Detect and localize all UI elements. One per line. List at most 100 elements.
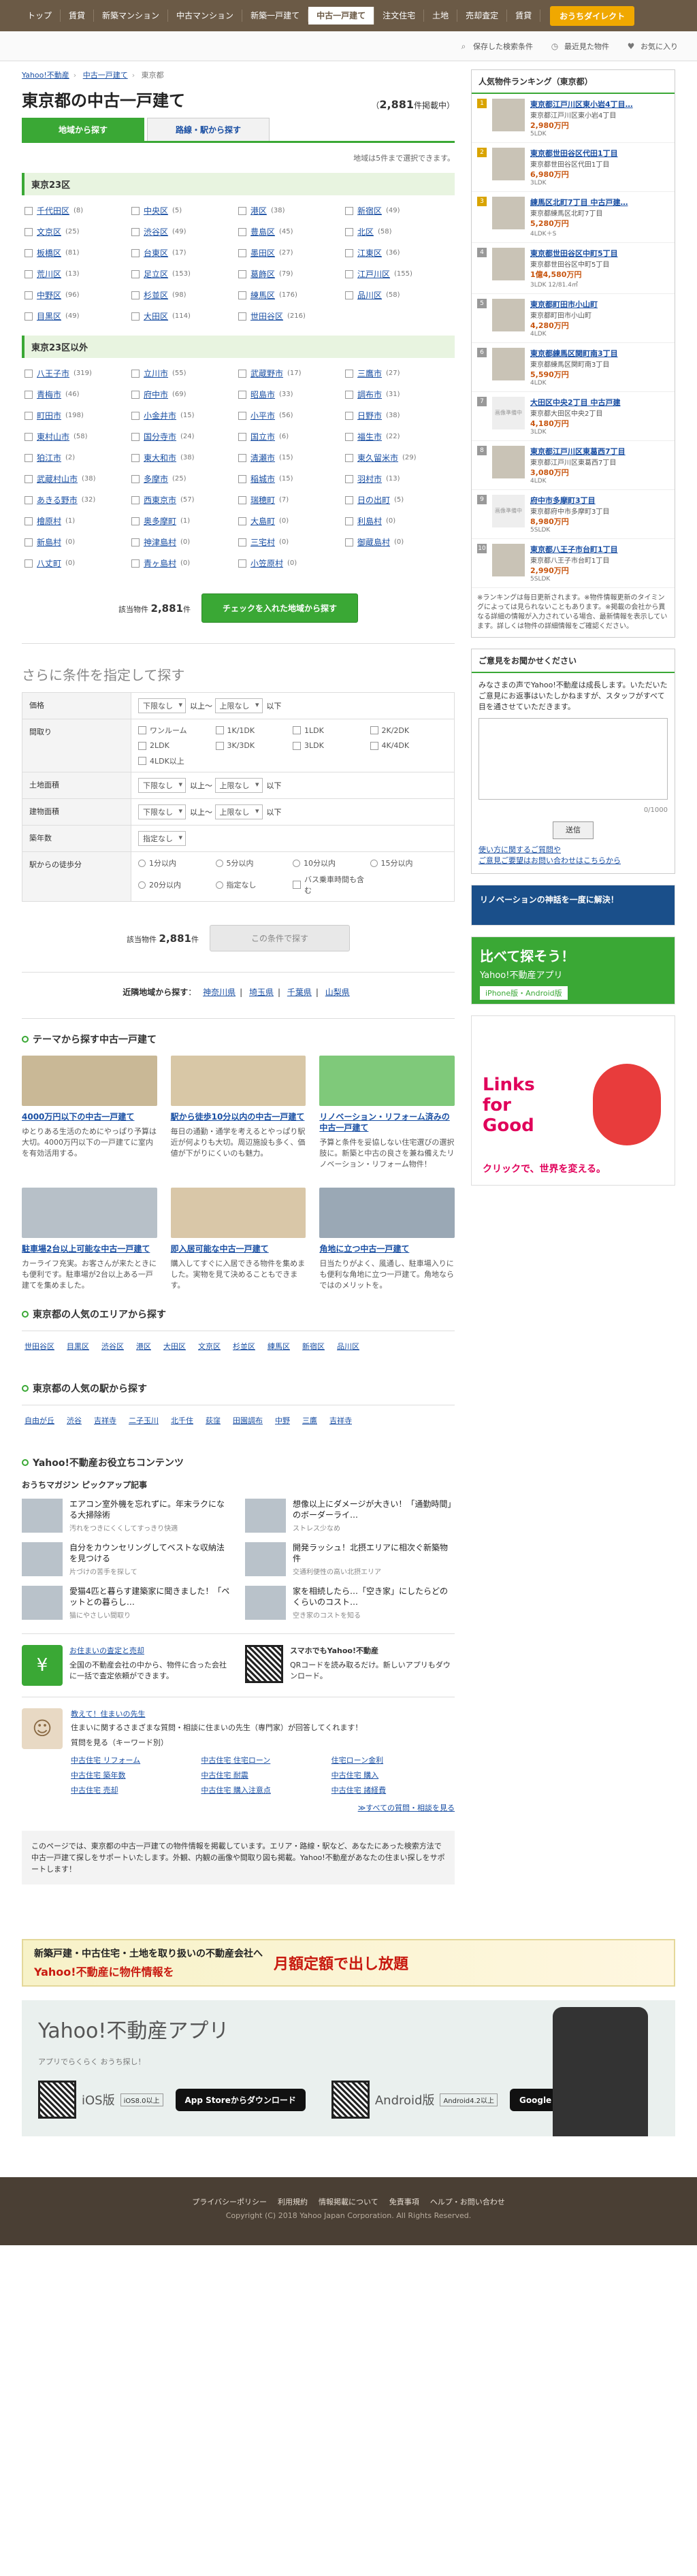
area-link[interactable]: 武蔵村山市 — [37, 473, 78, 485]
area-item[interactable]: 品川区 (58) — [345, 289, 452, 301]
price-max-select[interactable]: 上限なし — [214, 698, 263, 713]
ranking-item[interactable]: 3 練馬区北町7丁目 中古戸建… 東京都練馬区北町7丁目 5,280万円 4LDK＋S — [472, 192, 675, 243]
qa-title-link[interactable]: 教えて！住まいの先生 — [71, 1710, 145, 1718]
qa-keyword-link[interactable]: 中古住宅 住宅ローン — [201, 1755, 324, 1765]
area-link[interactable]: 利島村 — [357, 515, 382, 527]
area-item[interactable]: 奥多摩町 (1) — [131, 515, 238, 527]
area-link[interactable]: 東久留米市 — [357, 452, 398, 463]
area-item[interactable]: 墨田区 (27) — [238, 247, 345, 259]
building-min-select[interactable]: 下限なし — [138, 804, 186, 819]
popular-station-link[interactable]: 中野 — [275, 1415, 290, 1426]
tab-by-area[interactable]: 地域から探す — [22, 118, 144, 141]
area-link[interactable]: 八王子市 — [37, 368, 69, 379]
nearby-link-kanagawa[interactable]: 神奈川県 — [203, 988, 236, 997]
breadcrumb-home[interactable]: Yahoo!不動産 — [22, 71, 69, 80]
ranking-title[interactable]: 東京都世田谷区中町5丁目 — [530, 248, 618, 259]
area-checkbox[interactable] — [345, 206, 353, 215]
area-item[interactable]: 福生市 (22) — [345, 431, 452, 442]
area-item[interactable]: 武蔵村山市 (38) — [25, 473, 131, 485]
popular-station-link[interactable]: 吉祥寺 — [94, 1415, 116, 1426]
area-checkbox[interactable] — [131, 312, 140, 321]
area-link[interactable]: 葛飾区 — [250, 268, 275, 280]
popular-area-link[interactable]: 世田谷区 — [25, 1341, 54, 1352]
area-link[interactable]: 江戸川区 — [357, 268, 390, 280]
area-link[interactable]: 世田谷区 — [250, 310, 283, 322]
magazine-title[interactable]: 家を相続したら…「空き家」にしたらどのくらいのコスト… — [293, 1586, 455, 1608]
area-link[interactable]: 昭島市 — [250, 389, 275, 400]
area-link[interactable]: 小金井市 — [144, 410, 176, 421]
area-item[interactable]: 八丈町 (0) — [25, 557, 131, 569]
area-checkbox[interactable] — [25, 411, 33, 420]
area-link[interactable]: 北区 — [357, 226, 374, 238]
contact-link[interactable]: ご意見ご要望はお問い合わせはこちらから — [479, 856, 621, 865]
area-item[interactable]: 八王子市 (319) — [25, 368, 131, 379]
area-link[interactable]: 福生市 — [357, 431, 382, 442]
area-checkbox[interactable] — [345, 248, 353, 257]
area-item[interactable]: 世田谷区 (216) — [238, 310, 345, 322]
history-link[interactable]: ◷ 最近見た物件 — [549, 41, 609, 52]
area-checkbox[interactable] — [238, 453, 246, 462]
area-link[interactable]: 三宅村 — [250, 536, 275, 548]
search-selected-areas-button[interactable]: チェックを入れた地域から探す — [201, 593, 358, 623]
area-item[interactable]: 羽村市 (13) — [345, 473, 452, 485]
area-checkbox[interactable] — [131, 559, 140, 568]
area-link[interactable]: あきる野市 — [37, 494, 78, 506]
area-item[interactable]: 荒川区 (13) — [25, 268, 131, 280]
area-link[interactable]: 青梅市 — [37, 389, 61, 400]
area-item[interactable]: 立川市 (55) — [131, 368, 238, 379]
area-link[interactable]: 稲城市 — [250, 473, 275, 485]
layout-option[interactable]: 2LDK — [138, 741, 216, 750]
magazine-title[interactable]: エアコン室外機を忘れずに。年末ラクになる大掃除術 — [69, 1499, 231, 1520]
magazine-item[interactable]: 愛猫4匹と暮らす建築家に聞きました！「ペットとの暮らし… 猫にやさしい間取り — [22, 1586, 231, 1620]
magazine-item[interactable]: 開発ラッシュ！北摂エリアに相次ぐ新築物件 交通利便性の高い北摂エリア — [245, 1542, 455, 1576]
area-checkbox[interactable] — [25, 291, 33, 299]
area-checkbox[interactable] — [345, 538, 353, 547]
theme-title[interactable]: 駐車場2台以上可能な中古一戸建て — [22, 1243, 157, 1254]
area-item[interactable]: 台東区 (17) — [131, 247, 238, 259]
area-checkbox[interactable] — [238, 432, 246, 441]
area-link[interactable]: 檜原村 — [37, 515, 61, 527]
area-item[interactable]: 狛江市 (2) — [25, 452, 131, 463]
walk-option[interactable]: 20分以内 — [138, 874, 216, 896]
area-checkbox[interactable] — [131, 495, 140, 504]
area-item[interactable]: 杉並区 (98) — [131, 289, 238, 301]
area-link[interactable]: 調布市 — [357, 389, 382, 400]
qa-keyword-link[interactable]: 住宅ローン金利 — [331, 1755, 455, 1765]
area-checkbox[interactable] — [25, 538, 33, 547]
area-checkbox[interactable] — [345, 369, 353, 378]
favorites-link[interactable]: ♥ お気に入り — [626, 41, 678, 52]
area-link[interactable]: 中央区 — [144, 205, 168, 216]
area-checkbox[interactable] — [25, 559, 33, 568]
area-checkbox[interactable] — [238, 538, 246, 547]
area-checkbox[interactable] — [25, 495, 33, 504]
area-checkbox[interactable] — [25, 432, 33, 441]
theme-card[interactable]: 駐車場2台以上可能な中古一戸建て カーライフ充実。お客さんが来たときにも便利です。… — [22, 1188, 157, 1291]
area-item[interactable]: 東大和市 (38) — [131, 452, 238, 463]
area-link[interactable]: 神津島村 — [144, 536, 176, 548]
popular-area-link[interactable]: 渋谷区 — [101, 1341, 124, 1352]
popular-area-link[interactable]: 練馬区 — [268, 1341, 290, 1352]
area-link[interactable]: 立川市 — [144, 368, 168, 379]
direct-button[interactable]: おうちダイレクト — [550, 5, 635, 26]
walk-radio[interactable] — [370, 859, 378, 867]
walk-option[interactable]: 15分以内 — [370, 858, 448, 868]
area-item[interactable]: 大島町 (0) — [238, 515, 345, 527]
area-link[interactable]: 日野市 — [357, 410, 382, 421]
popular-area-link[interactable]: 新宿区 — [302, 1341, 325, 1352]
area-item[interactable]: 国分寺市 (24) — [131, 431, 238, 442]
area-checkbox[interactable] — [238, 495, 246, 504]
footer-link[interactable]: プライバシーポリシー — [192, 2198, 267, 2206]
area-link[interactable]: 国分寺市 — [144, 431, 176, 442]
nav-item-used-mansion[interactable]: 中古マンション — [168, 10, 243, 22]
walk-radio[interactable] — [215, 859, 223, 867]
area-item[interactable]: 江東区 (36) — [345, 247, 452, 259]
area-item[interactable]: 日の出町 (5) — [345, 494, 452, 506]
nav-item-rent[interactable]: 賃貸 — [61, 10, 95, 22]
area-checkbox[interactable] — [25, 206, 33, 215]
area-item[interactable]: 府中市 (69) — [131, 389, 238, 400]
land-min-select[interactable]: 下限なし — [138, 778, 186, 793]
qa-keyword-link[interactable]: 中古住宅 リフォーム — [71, 1755, 194, 1765]
area-link[interactable]: 府中市 — [144, 389, 168, 400]
area-link[interactable]: 荒川区 — [37, 268, 61, 280]
area-link[interactable]: 練馬区 — [250, 289, 275, 301]
